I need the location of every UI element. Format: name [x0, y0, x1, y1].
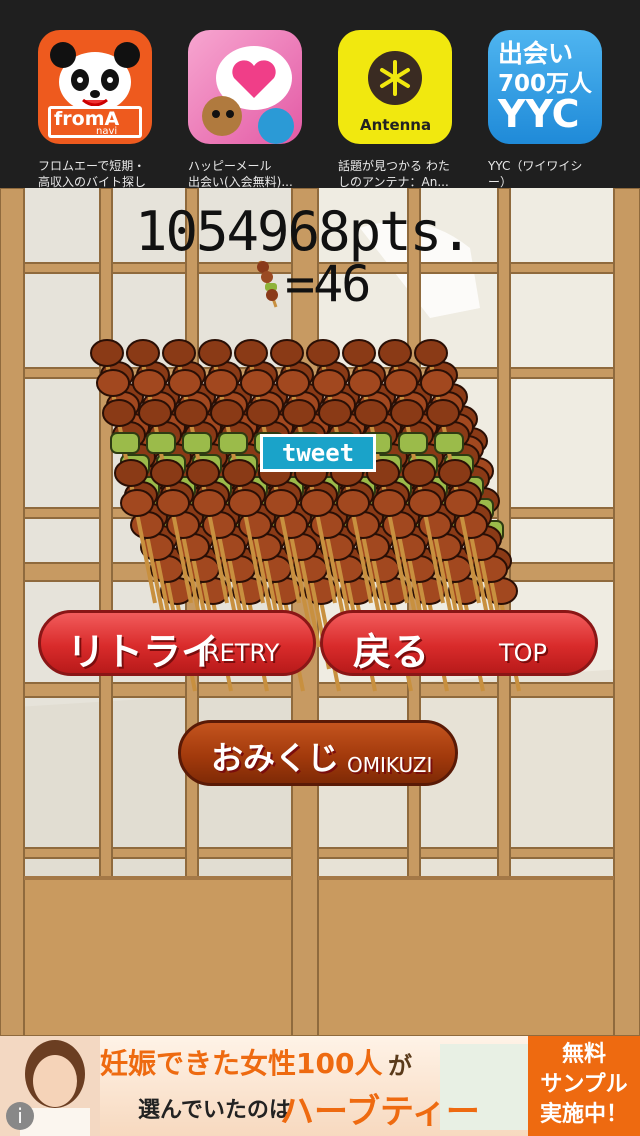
- cta-line: サンプル: [540, 1072, 628, 1097]
- top-button[interactable]: 戻る TOP: [320, 610, 598, 676]
- happy-mail-icon[interactable]: [188, 30, 302, 144]
- info-icon[interactable]: i: [6, 1102, 34, 1130]
- banner-headline: 妊娠できた女性100人: [100, 1047, 383, 1080]
- top-en-label: TOP: [499, 639, 548, 667]
- cta-line: 無料: [561, 1042, 606, 1067]
- app-caption: YYC（ワイワイシ ー）: [488, 158, 628, 190]
- app-ad-bar: fromA navi フロムエーで短期・ 高収入のバイト探し ハッピーメール 出…: [0, 0, 640, 189]
- app-caption: フロムエーで短期・ 高収入のバイト探し: [38, 158, 178, 190]
- retry-en-label: RETRY: [203, 639, 280, 667]
- score-text: 1054968pts.: [135, 200, 473, 263]
- omikuji-jp-label: おみくじ: [211, 739, 340, 777]
- froma-navi-icon[interactable]: fromA navi: [38, 30, 152, 144]
- caption-line: YYC（ワイワイシ: [488, 159, 583, 173]
- app-caption: ハッピーメール 出会い(入会無料)...: [188, 158, 328, 190]
- banner-headline-particle: が: [388, 1052, 412, 1080]
- yyc-icon[interactable]: 出会い 700万人 YYC: [488, 30, 602, 144]
- cta-line: 実施中！: [539, 1102, 628, 1127]
- app-ad-froma[interactable]: fromA navi フロムエーで短期・ 高収入のバイト探し: [38, 30, 178, 189]
- heart-bubble-icon: [202, 46, 294, 144]
- app-ad-happymail[interactable]: ハッピーメール 出会い(入会無料)...: [188, 30, 328, 189]
- skewer-count-text: =46: [285, 255, 371, 313]
- skewer-icon: [257, 260, 278, 308]
- caption-line: 話題が見つかる わた: [338, 159, 450, 173]
- caption-line: フロムエーで短期・: [38, 159, 146, 173]
- caption-line: しのアンテナ：An...: [338, 175, 449, 189]
- bottom-ad-banner[interactable]: 妊娠できた女性100人 が 選んでいたのは ハーブティー 無料 サンプル 実施中…: [0, 1036, 640, 1136]
- froma-logo-subtext: navi: [96, 126, 118, 137]
- retry-jp-label: リトライ: [67, 630, 220, 674]
- retry-button[interactable]: リトライ RETRY: [38, 610, 316, 676]
- app-ad-antenna[interactable]: Antenna 話題が見つかる わた しのアンテナ：An...: [338, 30, 478, 189]
- top-jp-label: 戻る: [353, 630, 430, 674]
- app-ad-yyc[interactable]: 出会い 700万人 YYC YYC（ワイワイシ ー）: [488, 30, 628, 189]
- omikuji-button[interactable]: おみくじ OMIKUZI: [178, 720, 458, 786]
- tweet-button[interactable]: tweet: [260, 434, 376, 472]
- banner-cta: 無料 サンプル 実施中！: [528, 1040, 640, 1130]
- app-caption: 話題が見つかる わた しのアンテナ：An...: [338, 158, 478, 190]
- banner-subline: 選んでいたのは: [138, 1098, 291, 1123]
- caption-line: 高収入のバイト探し: [38, 175, 147, 189]
- caption-line: 出会い(入会無料)...: [188, 175, 293, 189]
- yyc-text-bottom: YYC: [498, 92, 580, 136]
- omikuji-en-label: OMIKUZI: [347, 753, 433, 777]
- antenna-icon[interactable]: Antenna: [338, 30, 452, 144]
- antenna-logo-text: Antenna: [360, 116, 432, 134]
- banner-product: ハーブティー: [280, 1092, 480, 1132]
- caption-line: ハッピーメール: [188, 159, 272, 173]
- caption-line: ー）: [488, 175, 513, 189]
